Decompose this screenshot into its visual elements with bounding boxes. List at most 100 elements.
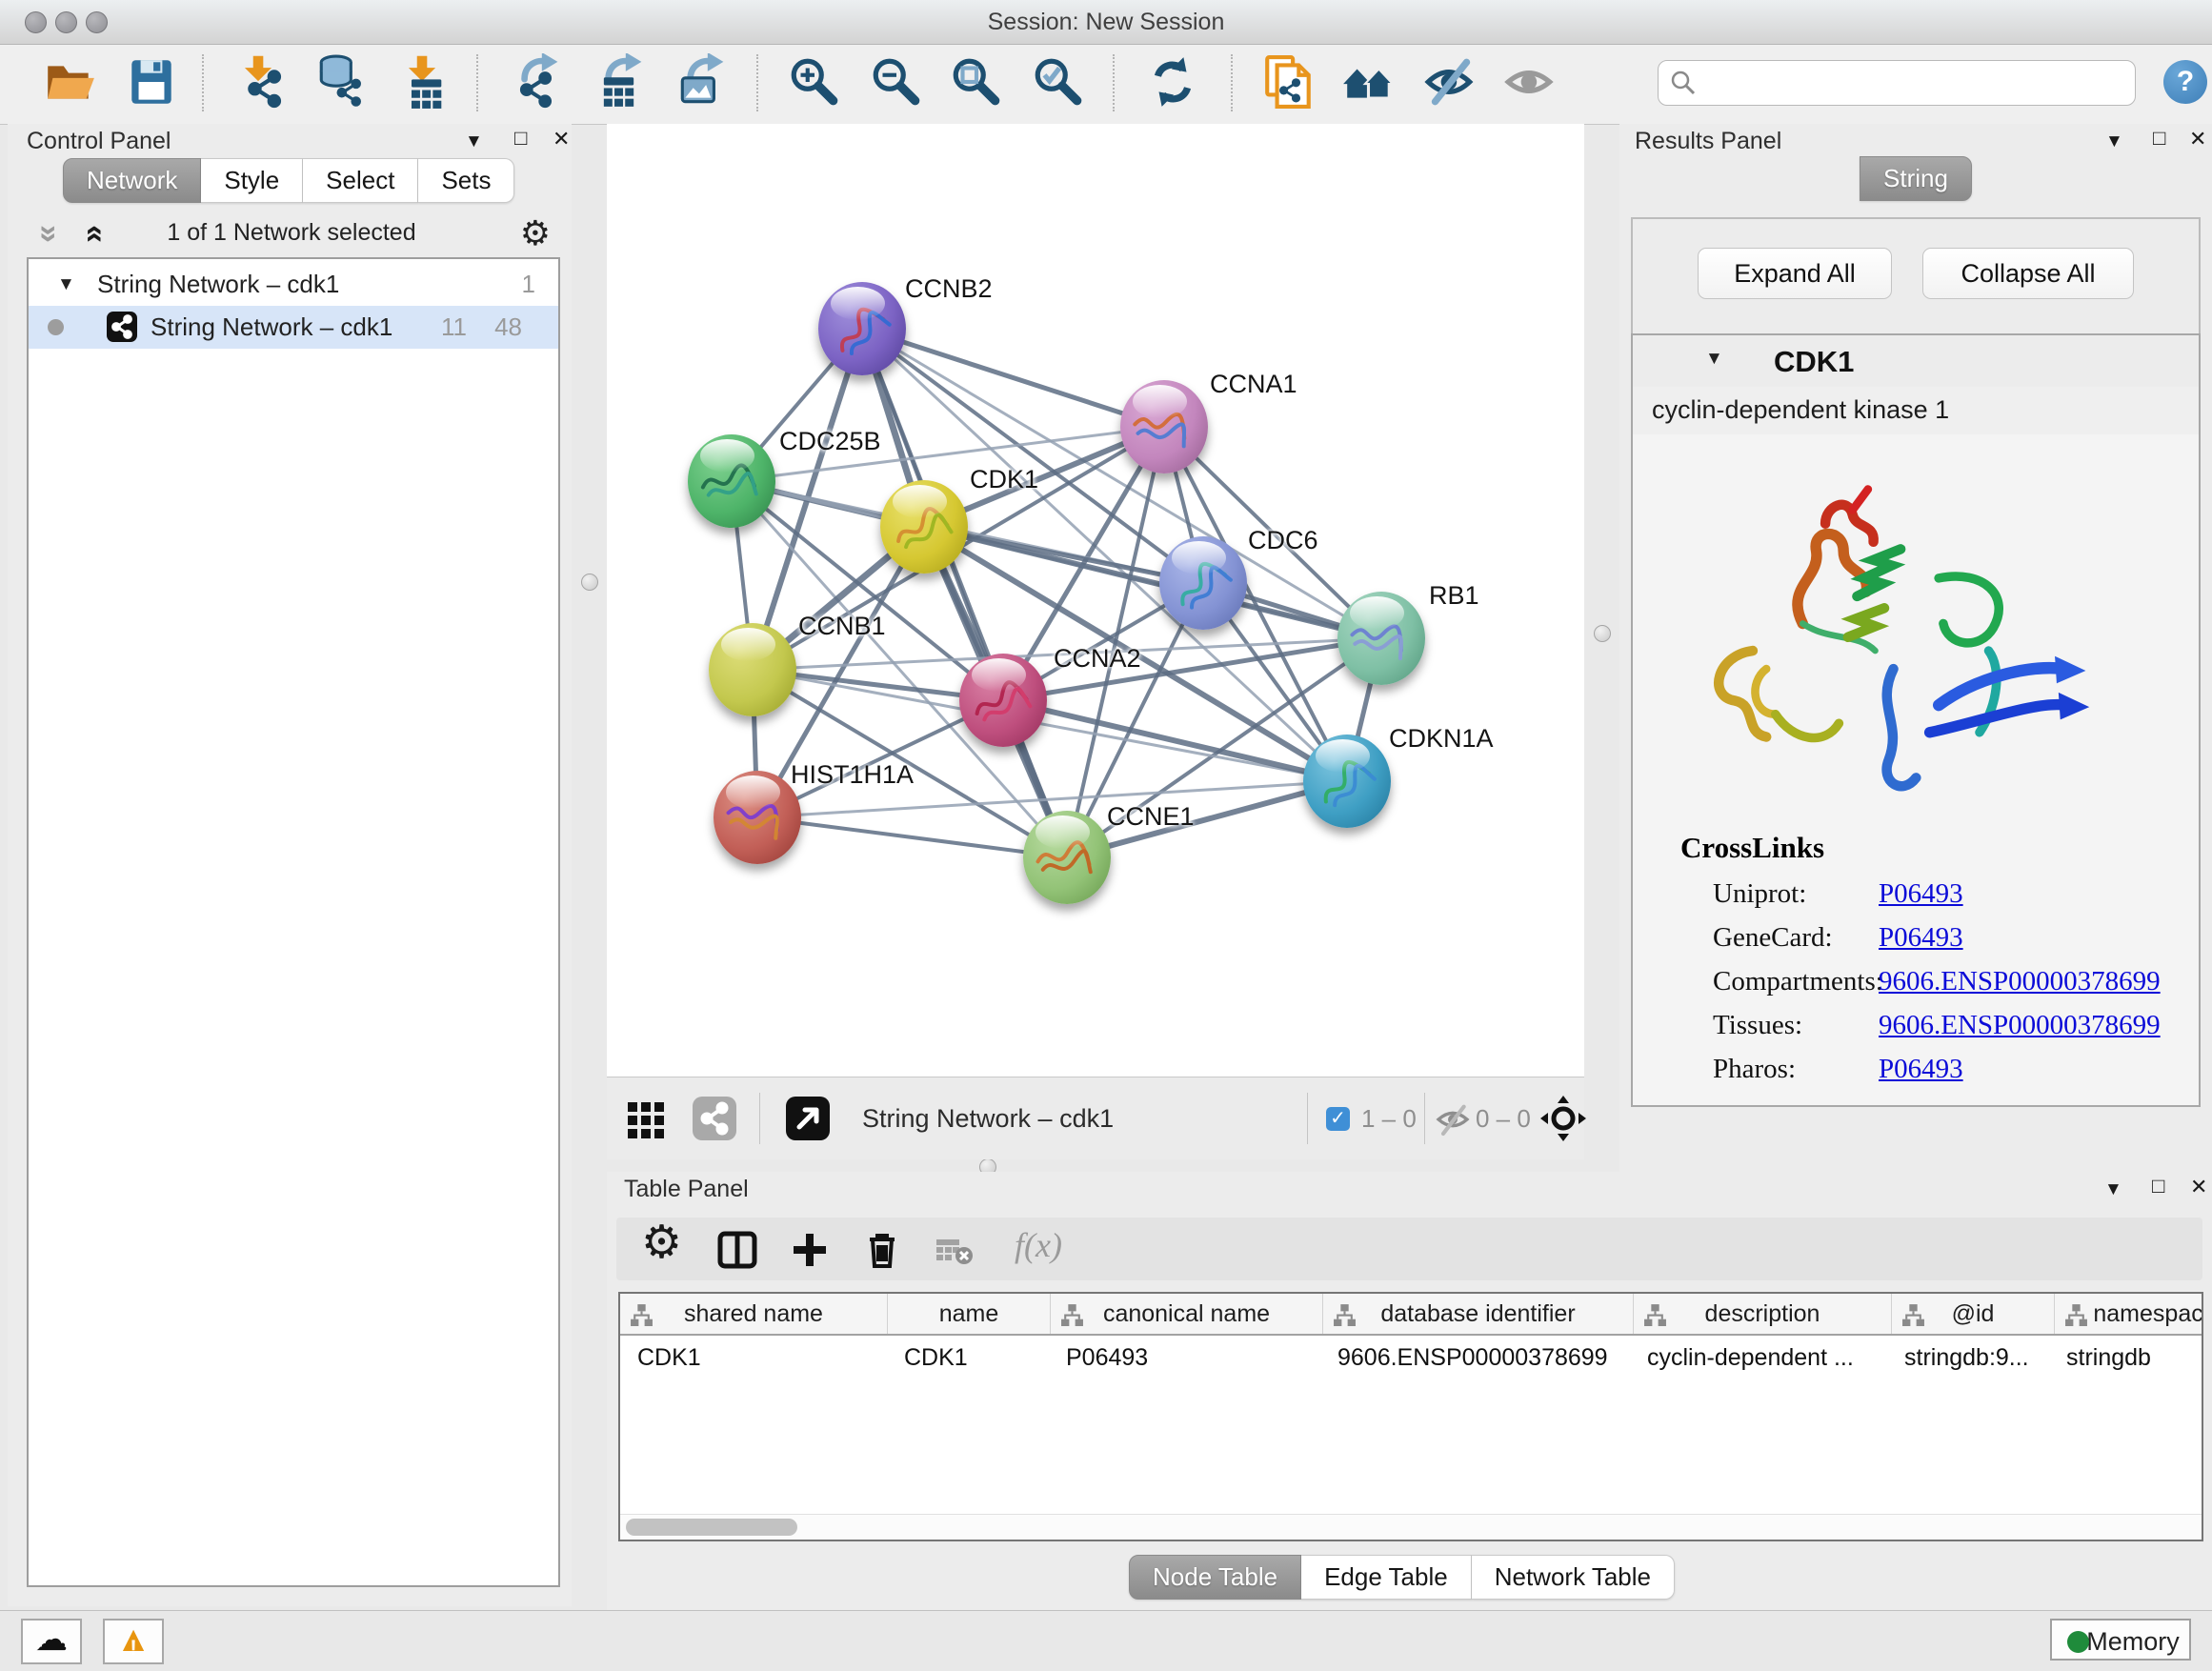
eye-icon[interactable]	[1503, 53, 1558, 111]
column-header-database-identifier[interactable]: database identifier	[1323, 1294, 1634, 1334]
table-cell[interactable]: CDK1	[887, 1336, 1049, 1379]
selected-checkbox[interactable]: ✓	[1326, 1107, 1350, 1131]
column-header--id[interactable]: @id	[1892, 1294, 2055, 1334]
refresh-layout-icon[interactable]	[1145, 53, 1200, 111]
column-header-name[interactable]: name	[888, 1294, 1051, 1334]
gear-icon[interactable]: ⚙	[520, 213, 551, 253]
expand-all-button[interactable]: Expand All	[1698, 248, 1892, 299]
save-session-icon[interactable]	[124, 53, 179, 111]
crosslink-link[interactable]: P06493	[1879, 878, 1963, 910]
panel-menu-icon[interactable]: ▼	[465, 130, 483, 154]
collapse-all-icon[interactable]: »	[30, 225, 68, 243]
network-node-cdkn1a[interactable]	[1303, 735, 1391, 828]
close-panel-icon[interactable]: ✕	[2190, 1175, 2207, 1199]
table-cell[interactable]: 9606.ENSP00000378699	[1320, 1336, 1630, 1379]
search-input[interactable]	[1704, 65, 2127, 101]
hidden-eye-icon[interactable]	[1434, 1100, 1472, 1138]
cloud-button[interactable]: ☁	[21, 1619, 82, 1664]
close-panel-icon[interactable]: ✕	[553, 127, 570, 151]
tab-select[interactable]: Select	[303, 158, 418, 203]
crosslink-link[interactable]: P06493	[1879, 1054, 1963, 1085]
left-splitter-handle[interactable]	[581, 574, 598, 591]
delete-table-icon[interactable]	[933, 1228, 976, 1272]
table-cell[interactable]: stringdb	[2049, 1336, 2203, 1379]
zoom-out-icon[interactable]	[869, 53, 924, 111]
add-column-icon[interactable]	[788, 1228, 832, 1272]
houses-icon[interactable]	[1341, 53, 1397, 111]
tab-node-table[interactable]: Node Table	[1129, 1555, 1301, 1600]
tab-string[interactable]: String	[1860, 156, 1972, 201]
network-node-ccna1[interactable]	[1120, 380, 1208, 473]
network-node-cdk1[interactable]	[880, 480, 968, 574]
network-node-ccnb2[interactable]	[818, 282, 906, 375]
collapse-all-button[interactable]: Collapse All	[1922, 248, 2134, 299]
import-database-icon[interactable]	[314, 53, 370, 111]
memory-button[interactable]: Memory	[2050, 1619, 2191, 1661]
crosshair-icon[interactable]	[1538, 1094, 1588, 1143]
export-table-icon[interactable]	[593, 53, 648, 111]
open-session-icon[interactable]	[42, 53, 97, 111]
network-canvas[interactable]: CCNB2 CCNA1 CDC25B CDK1 CDC6 RB1CCNB1 CC…	[607, 124, 1584, 1077]
table-cell[interactable]: CDK1	[620, 1336, 887, 1379]
table-cell[interactable]: P06493	[1049, 1336, 1320, 1379]
column-header-canonical-name[interactable]: canonical name	[1051, 1294, 1323, 1334]
float-panel-icon[interactable]: □	[2152, 1174, 2164, 1198]
memory-status-dot	[2067, 1631, 2089, 1653]
network-collection-row[interactable]: ▼ String Network – cdk1 1	[29, 263, 558, 306]
table-cell[interactable]: cyclin-dependent ...	[1630, 1336, 1887, 1379]
export-image-icon[interactable]	[674, 53, 730, 111]
grid-view-icon[interactable]	[624, 1095, 672, 1142]
float-panel-icon[interactable]: □	[514, 126, 527, 151]
crosslink-link[interactable]: 9606.ENSP00000378699	[1879, 1010, 2161, 1041]
float-panel-icon[interactable]: □	[2153, 126, 2165, 151]
toolbar-separator	[202, 54, 204, 111]
network-node-hist1h1a[interactable]	[714, 771, 801, 864]
network-node-ccna2[interactable]	[959, 654, 1047, 747]
table-row[interactable]: CDK1CDK1P064939606.ENSP00000378699cyclin…	[620, 1336, 2203, 1379]
export-network-icon[interactable]	[509, 53, 564, 111]
network-node-ccne1[interactable]	[1023, 811, 1111, 904]
import-network-icon[interactable]	[232, 53, 288, 111]
import-table-icon[interactable]	[396, 53, 452, 111]
stringapp-icon[interactable]	[1261, 53, 1317, 111]
crosslink-link[interactable]: P06493	[1879, 922, 1963, 954]
eye-slash-icon[interactable]	[1423, 53, 1478, 111]
network-node-cdc25b[interactable]	[688, 434, 775, 528]
network-node-rb1[interactable]	[1337, 592, 1425, 685]
warning-button[interactable]: ▲ !	[103, 1619, 164, 1664]
tree-expander-icon[interactable]: ▼	[57, 263, 75, 306]
tab-style[interactable]: Style	[201, 158, 303, 203]
network-node-ccnb1[interactable]	[709, 623, 796, 716]
entry-header[interactable]: ▼ CDK1	[1633, 335, 2199, 388]
hscrollbar-thumb[interactable]	[626, 1519, 797, 1536]
expand-all-icon[interactable]: »	[74, 225, 111, 243]
table-panel: Table Panel ▼ □ ✕ ⚙ f(x)	[607, 1172, 2212, 1610]
gear-icon[interactable]: ⚙	[641, 1216, 682, 1269]
table-hscrollbar[interactable]	[620, 1514, 2202, 1540]
panel-menu-icon[interactable]: ▼	[2104, 1178, 2122, 1202]
fx-icon[interactable]: f(x)	[1015, 1225, 1062, 1265]
tab-network-table[interactable]: Network Table	[1472, 1555, 1675, 1600]
column-header-description[interactable]: description	[1634, 1294, 1892, 1334]
tab-sets[interactable]: Sets	[418, 158, 514, 203]
panel-menu-icon[interactable]: ▼	[2105, 130, 2123, 154]
zoom-selected-icon[interactable]	[1031, 53, 1086, 111]
share-view-icon[interactable]	[691, 1095, 738, 1142]
tab-network[interactable]: Network	[63, 158, 201, 203]
entry-expander-icon[interactable]: ▼	[1705, 349, 1723, 370]
close-panel-icon[interactable]: ✕	[2189, 127, 2206, 151]
network-node-cdc6[interactable]	[1159, 536, 1247, 630]
tab-edge-table[interactable]: Edge Table	[1301, 1555, 1472, 1600]
columns-icon[interactable]	[715, 1228, 759, 1272]
column-header-namespace[interactable]: namespace	[2055, 1294, 2203, 1334]
network-row[interactable]: String Network – cdk1 11 48	[29, 306, 558, 349]
zoom-in-icon[interactable]	[787, 53, 842, 111]
birdseye-view-icon[interactable]	[784, 1095, 832, 1142]
table-cell[interactable]: stringdb:9...	[1887, 1336, 2049, 1379]
fit-content-icon[interactable]	[949, 53, 1004, 111]
help-button[interactable]: ?	[2163, 60, 2207, 104]
right-splitter-handle[interactable]	[1594, 625, 1611, 642]
crosslink-link[interactable]: 9606.ENSP00000378699	[1879, 966, 2161, 997]
delete-column-icon[interactable]	[860, 1228, 904, 1272]
column-header-shared-name[interactable]: shared name	[620, 1294, 888, 1334]
